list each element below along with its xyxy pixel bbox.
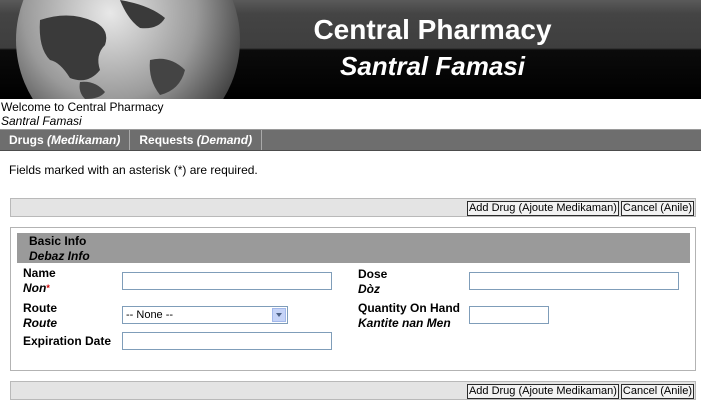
- quantity-label: Quantity On Hand Kantite nan Men: [358, 301, 460, 331]
- dose-label-alt: Dòz: [358, 282, 380, 296]
- nav-item-requests[interactable]: Requests (Demand): [130, 130, 263, 150]
- add-drug-button[interactable]: Add Drug (Ajoute Medikaman): [466, 201, 619, 216]
- cancel-button[interactable]: Cancel (Anile): [620, 201, 694, 216]
- quantity-label-alt: Kantite nan Men: [358, 316, 451, 330]
- quantity-label-text: Quantity On Hand: [358, 301, 460, 315]
- site-subtitle: Santral Famasi: [340, 51, 525, 81]
- cancel-button[interactable]: Cancel (Anile): [620, 384, 694, 399]
- nav-label: Requests: [139, 133, 194, 147]
- welcome-line: Welcome to Central Pharmacy: [1, 100, 164, 114]
- dose-label: Dose Dòz: [358, 267, 387, 297]
- site-header: Central Pharmacy Santral Famasi: [0, 0, 701, 99]
- welcome-line-alt: Santral Famasi: [1, 114, 82, 128]
- name-input[interactable]: [122, 272, 332, 290]
- route-label-alt: Route: [23, 316, 57, 330]
- required-asterisk: *: [46, 283, 50, 293]
- bottom-button-bar: Add Drug (Ajoute Medikaman) Cancel (Anile…: [10, 381, 696, 400]
- route-selected-value: -- None --: [126, 309, 174, 321]
- quantity-input[interactable]: [469, 306, 549, 324]
- dose-label-text: Dose: [358, 267, 388, 281]
- add-drug-button[interactable]: Add Drug (Ajoute Medikaman): [466, 384, 619, 399]
- required-fields-note: Fields marked with an asterisk (*) are r…: [9, 163, 258, 177]
- section-title: Basic Info: [29, 234, 87, 248]
- route-select[interactable]: -- None --: [122, 306, 288, 324]
- site-title: Central Pharmacy: [313, 14, 552, 45]
- welcome-message: Welcome to Central Pharmacy Santral Fama…: [1, 100, 164, 128]
- globe-logo: [0, 0, 240, 99]
- expiration-label-text: Expiration Date: [23, 334, 112, 348]
- name-label: Name Non*: [23, 266, 56, 296]
- basic-info-form: Basic Info Debaz Info Name Non* Dose Dòz…: [10, 227, 696, 371]
- main-nav: Drugs (Medikaman) Requests (Demand): [0, 129, 701, 151]
- nav-label: Drugs: [9, 133, 44, 147]
- route-label-text: Route: [23, 301, 57, 315]
- chevron-down-icon[interactable]: [272, 308, 286, 322]
- route-label: Route Route: [23, 301, 57, 331]
- top-button-bar: Add Drug (Ajoute Medikaman) Cancel (Anile…: [10, 198, 696, 217]
- nav-label-alt: (Demand): [196, 133, 253, 147]
- dose-input[interactable]: [469, 272, 679, 290]
- expiration-label: Expiration Date: [23, 334, 111, 349]
- section-title-alt: Debaz Info: [29, 249, 90, 263]
- name-label-text: Name: [23, 266, 56, 280]
- expiration-date-input[interactable]: [122, 332, 332, 350]
- name-label-alt: Non: [23, 281, 47, 295]
- section-header: Basic Info Debaz Info: [17, 233, 690, 263]
- nav-item-drugs[interactable]: Drugs (Medikaman): [0, 130, 131, 150]
- nav-label-alt: (Medikaman): [47, 133, 121, 147]
